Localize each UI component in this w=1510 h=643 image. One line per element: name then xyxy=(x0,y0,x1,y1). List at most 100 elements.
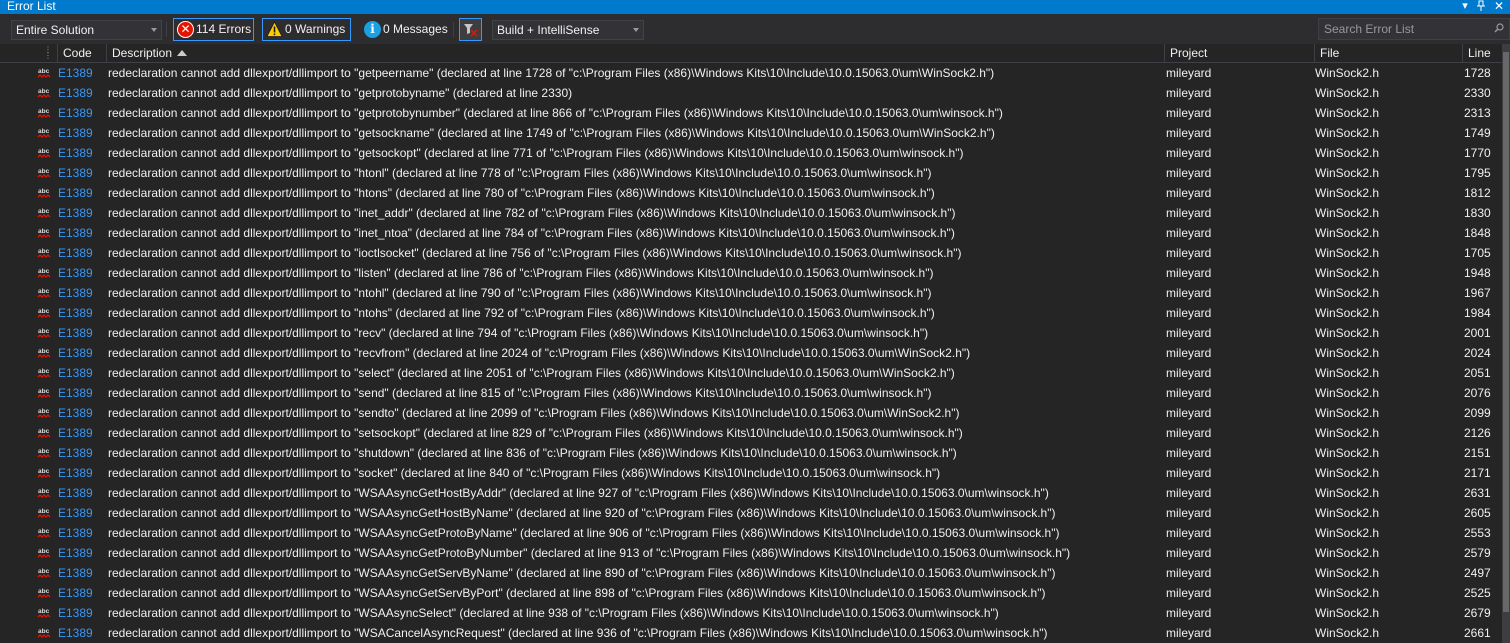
error-code-link[interactable]: E1389 xyxy=(58,483,93,503)
chevron-down-icon xyxy=(151,28,157,32)
abc-squiggle-icon: abc xyxy=(37,548,51,558)
error-code-link[interactable]: E1389 xyxy=(58,163,93,183)
error-code-link[interactable]: E1389 xyxy=(58,503,93,523)
error-code-link[interactable]: E1389 xyxy=(58,203,93,223)
errors-filter-button[interactable]: ✕ 114 Errors xyxy=(173,18,254,41)
svg-text:abc: abc xyxy=(38,368,50,375)
error-code-link[interactable]: E1389 xyxy=(58,463,93,483)
error-code-link[interactable]: E1389 xyxy=(58,223,93,243)
scope-dropdown[interactable]: Entire Solution xyxy=(11,20,162,40)
error-file: WinSock2.h xyxy=(1315,386,1380,400)
error-project: mileyard xyxy=(1166,366,1212,380)
warnings-filter-button[interactable]: 0 Warnings xyxy=(262,18,351,41)
table-row[interactable]: abc E1389 redeclaration cannot add dllexpo… xyxy=(0,543,1502,563)
error-code-link[interactable]: E1389 xyxy=(58,423,93,443)
table-row[interactable]: abc E1389 redeclaration cannot add dllexpo… xyxy=(0,403,1502,423)
table-row[interactable]: abc E1389 redeclaration cannot add dllexpo… xyxy=(0,223,1502,243)
error-project: mileyard xyxy=(1166,586,1212,600)
abc-squiggle-icon: abc xyxy=(37,128,51,138)
vertical-scrollbar[interactable] xyxy=(1502,44,1510,643)
error-description: redeclaration cannot add dllexport/dllim… xyxy=(108,566,1056,580)
abc-squiggle-icon: abc xyxy=(37,448,51,458)
sort-ascending-icon xyxy=(177,50,188,56)
error-code-link[interactable]: E1389 xyxy=(58,103,93,123)
window-menu-icon[interactable]: ▾ xyxy=(1458,0,1472,13)
table-row[interactable]: abc E1389 redeclaration cannot add dllexpo… xyxy=(0,343,1502,363)
table-row[interactable]: abc E1389 redeclaration cannot add dllexpo… xyxy=(0,243,1502,263)
table-row[interactable]: abc E1389 redeclaration cannot add dllexpo… xyxy=(0,323,1502,343)
search-input[interactable] xyxy=(1318,18,1510,40)
error-code-link[interactable]: E1389 xyxy=(58,323,93,343)
info-icon: i xyxy=(364,21,381,38)
error-project: mileyard xyxy=(1166,306,1212,320)
error-code-link[interactable]: E1389 xyxy=(58,403,93,423)
column-description[interactable]: Description xyxy=(106,44,1164,63)
messages-filter-button[interactable]: i 0 Messages xyxy=(360,18,448,41)
abc-squiggle-icon: abc xyxy=(37,608,51,618)
table-row[interactable]: abc E1389 redeclaration cannot add dllexpo… xyxy=(0,443,1502,463)
error-code-link[interactable]: E1389 xyxy=(58,563,93,583)
table-row[interactable]: abc E1389 redeclaration cannot add dllexpo… xyxy=(0,463,1502,483)
error-code-link[interactable]: E1389 xyxy=(58,83,93,103)
table-row[interactable]: abc E1389 redeclaration cannot add dllexpo… xyxy=(0,103,1502,123)
table-row[interactable]: abc E1389 redeclaration cannot add dllexpo… xyxy=(0,423,1502,443)
error-code-link[interactable]: E1389 xyxy=(58,283,93,303)
table-row[interactable]: abc E1389 redeclaration cannot add dllexpo… xyxy=(0,123,1502,143)
column-file[interactable]: File xyxy=(1314,44,1462,63)
error-description: redeclaration cannot add dllexport/dllim… xyxy=(108,306,935,320)
error-code-link[interactable]: E1389 xyxy=(58,263,93,283)
error-line: 2330 xyxy=(1464,86,1491,100)
error-code-link[interactable]: E1389 xyxy=(58,363,93,383)
error-line: 1848 xyxy=(1464,226,1491,240)
column-line[interactable]: Line xyxy=(1462,44,1502,63)
column-code[interactable]: Code xyxy=(57,44,106,63)
error-code-link[interactable]: E1389 xyxy=(58,523,93,543)
error-code-link[interactable]: E1389 xyxy=(58,303,93,323)
table-row[interactable]: abc E1389 redeclaration cannot add dllexpo… xyxy=(0,303,1502,323)
column-project[interactable]: Project xyxy=(1164,44,1314,63)
table-row[interactable]: abc E1389 redeclaration cannot add dllexpo… xyxy=(0,503,1502,523)
error-project: mileyard xyxy=(1166,86,1212,100)
abc-squiggle-icon: abc xyxy=(37,468,51,478)
table-row[interactable]: abc E1389 redeclaration cannot add dllexpo… xyxy=(0,63,1502,83)
error-code-link[interactable]: E1389 xyxy=(58,603,93,623)
error-code-link[interactable]: E1389 xyxy=(58,183,93,203)
pin-icon[interactable] xyxy=(1474,0,1488,13)
error-code-link[interactable]: E1389 xyxy=(58,343,93,363)
table-row[interactable]: abc E1389 redeclaration cannot add dllexpo… xyxy=(0,523,1502,543)
svg-text:abc: abc xyxy=(38,608,50,615)
build-source-dropdown[interactable]: Build + IntelliSense xyxy=(492,20,644,40)
table-row[interactable]: abc E1389 redeclaration cannot add dllexpo… xyxy=(0,83,1502,103)
error-code-link[interactable]: E1389 xyxy=(58,143,93,163)
table-row[interactable]: abc E1389 redeclaration cannot add dllexpo… xyxy=(0,163,1502,183)
table-row[interactable]: abc E1389 redeclaration cannot add dllexpo… xyxy=(0,203,1502,223)
error-code-link[interactable]: E1389 xyxy=(58,63,93,83)
error-code-link[interactable]: E1389 xyxy=(58,383,93,403)
close-icon[interactable]: ✕ xyxy=(1492,0,1506,13)
error-code-link[interactable]: E1389 xyxy=(58,623,93,643)
table-row[interactable]: abc E1389 redeclaration cannot add dllexpo… xyxy=(0,483,1502,503)
error-code-link[interactable]: E1389 xyxy=(58,243,93,263)
error-code-link[interactable]: E1389 xyxy=(58,123,93,143)
column-order[interactable] xyxy=(40,44,57,63)
error-code-link[interactable]: E1389 xyxy=(58,443,93,463)
error-code-link[interactable]: E1389 xyxy=(58,543,93,563)
svg-text:abc: abc xyxy=(38,628,50,635)
search-icon[interactable] xyxy=(1494,23,1504,33)
error-code-link[interactable]: E1389 xyxy=(58,583,93,603)
table-row[interactable]: abc E1389 redeclaration cannot add dllexpo… xyxy=(0,283,1502,303)
table-row[interactable]: abc E1389 redeclaration cannot add dllexpo… xyxy=(0,603,1502,623)
table-row[interactable]: abc E1389 redeclaration cannot add dllexpo… xyxy=(0,623,1502,643)
table-row[interactable]: abc E1389 redeclaration cannot add dllexpo… xyxy=(0,143,1502,163)
error-description: redeclaration cannot add dllexport/dllim… xyxy=(108,266,934,280)
table-row[interactable]: abc E1389 redeclaration cannot add dllexpo… xyxy=(0,263,1502,283)
table-row[interactable]: abc E1389 redeclaration cannot add dllexpo… xyxy=(0,363,1502,383)
table-row[interactable]: abc E1389 redeclaration cannot add dllexpo… xyxy=(0,183,1502,203)
error-list-toolbar: Entire Solution ✕ 114 Errors 0 Warnings … xyxy=(0,14,1510,44)
table-row[interactable]: abc E1389 redeclaration cannot add dllexpo… xyxy=(0,563,1502,583)
filter-button[interactable] xyxy=(459,18,482,41)
table-row[interactable]: abc E1389 redeclaration cannot add dllexpo… xyxy=(0,383,1502,403)
scrollbar-thumb[interactable] xyxy=(1503,52,1509,612)
table-row[interactable]: abc E1389 redeclaration cannot add dllexpo… xyxy=(0,583,1502,603)
error-project: mileyard xyxy=(1166,406,1212,420)
